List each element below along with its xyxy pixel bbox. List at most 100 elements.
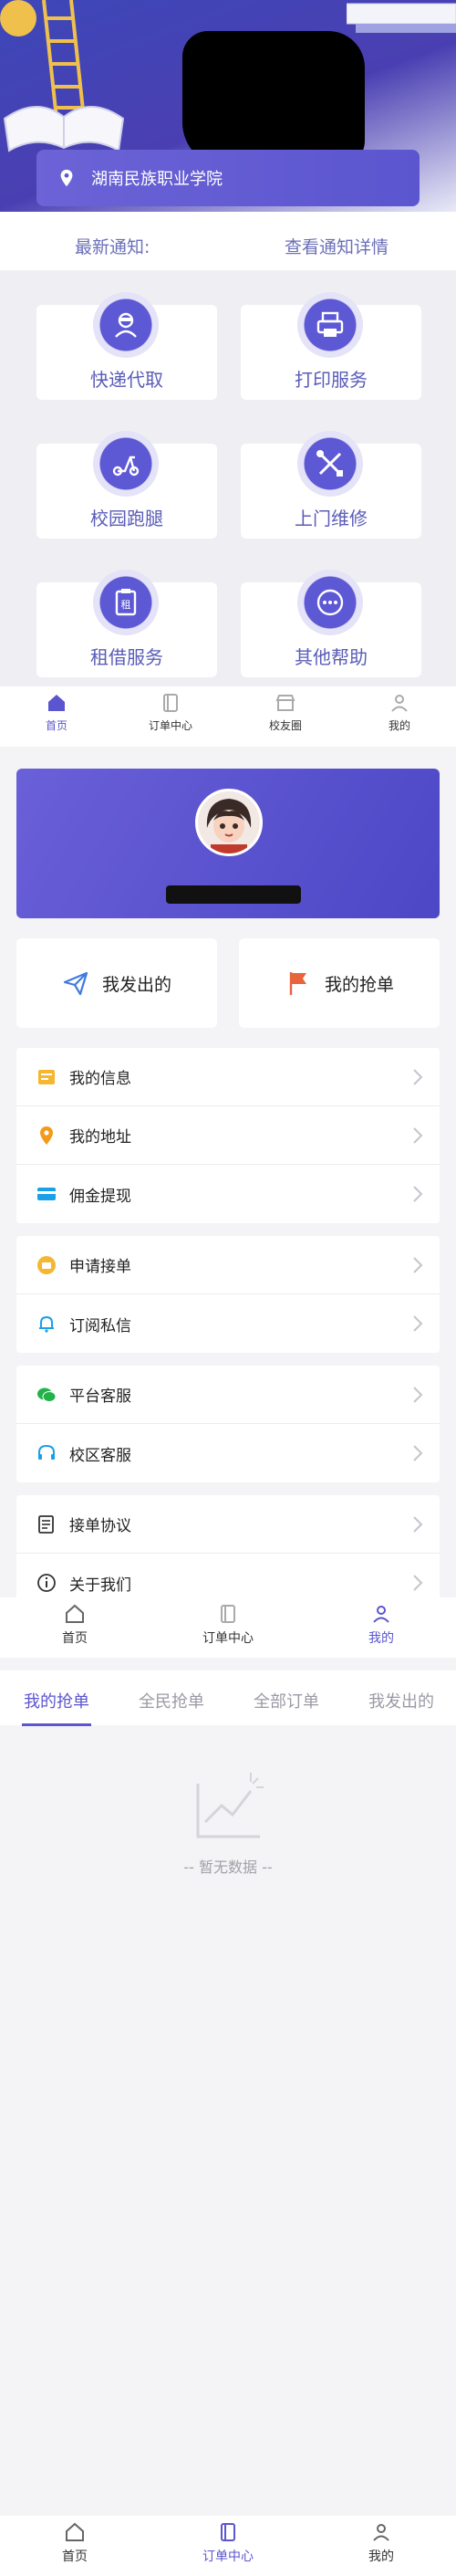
menu-subscribe-message[interactable]: 订阅私信 <box>16 1294 440 1353</box>
tab-my-grabbed[interactable]: 我的抢单 <box>24 1689 89 1712</box>
service-label: 校园跑腿 <box>90 508 163 529</box>
service-rent[interactable]: 租 租借服务 <box>36 570 217 677</box>
home-icon <box>48 695 65 711</box>
service-print[interactable]: 打印服务 <box>241 292 421 400</box>
tab-alumni[interactable]: 校友圈 <box>240 692 331 733</box>
tab-orders[interactable]: 订单中心 <box>182 1603 274 1647</box>
service-express-pickup[interactable]: 快递代取 <box>36 292 217 400</box>
menu-my-address[interactable]: 我的地址 <box>16 1106 440 1165</box>
menu-label: 佣金提现 <box>69 1187 131 1206</box>
service-errand[interactable]: 校园跑腿 <box>36 431 217 539</box>
menu-my-info[interactable]: 我的信息 <box>16 1048 440 1106</box>
menu-label: 我的信息 <box>69 1070 131 1088</box>
empty-chart-icon <box>196 1773 264 1838</box>
tab-label: 我的 <box>368 2550 394 2564</box>
menu-label: 订阅私信 <box>69 1316 131 1335</box>
chevron-right-icon <box>413 1445 423 1461</box>
empty-text: -- 暂无数据 -- <box>183 1859 273 1876</box>
tab-my-sent[interactable]: 我发出的 <box>368 1689 434 1712</box>
profile-card <box>16 769 440 918</box>
tab-orders[interactable]: 订单中心 <box>125 692 216 733</box>
apply-badge-icon <box>37 1255 56 1274</box>
bottom-tab-bar: 首页 订单中心 校友圈 我的 <box>0 686 456 747</box>
tab-home[interactable]: 首页 <box>29 1603 120 1647</box>
location-pin-icon <box>40 1126 53 1145</box>
order-book-icon <box>221 2523 235 2541</box>
book-stack-illustration <box>347 3 456 33</box>
tab-label: 我的 <box>368 1631 394 1646</box>
profile-screen: 我发出的 我的抢单 我的信息 我的地址 佣金提现 申请接单 订阅私信 平台客服 … <box>0 747 456 1612</box>
chevron-right-icon <box>413 1186 423 1202</box>
empty-state: -- 暂无数据 -- <box>0 1765 456 1877</box>
tab-me[interactable]: 我的 <box>354 692 445 733</box>
service-repair[interactable]: 上门维修 <box>241 431 421 539</box>
scooter-icon <box>93 431 159 497</box>
tab-home[interactable]: 首页 <box>29 2521 120 2565</box>
user-icon <box>373 1606 389 1623</box>
tab-me[interactable]: 我的 <box>336 1603 427 1647</box>
menu-label: 申请接单 <box>69 1258 131 1276</box>
menu-group-service: 平台客服 校区客服 <box>16 1366 440 1482</box>
menu-campus-support[interactable]: 校区客服 <box>16 1424 440 1482</box>
tab-all-grab[interactable]: 全民抢单 <box>139 1689 204 1712</box>
location-pin-icon <box>60 169 73 187</box>
menu-label: 我的地址 <box>69 1128 131 1147</box>
notice-detail-link[interactable]: 查看通知详情 <box>285 234 389 258</box>
printer-icon <box>297 292 363 358</box>
tab-label: 订单中心 <box>202 1631 254 1646</box>
service-grid: 快递代取 打印服务 校园跑腿 上门维修 租 租借服务 其他帮助 <box>0 270 456 686</box>
avatar[interactable] <box>195 789 263 856</box>
menu-commission-withdraw[interactable]: 佣金提现 <box>16 1165 440 1223</box>
tab-me[interactable]: 我的 <box>336 2521 427 2565</box>
menu-apply-accept[interactable]: 申请接单 <box>16 1236 440 1294</box>
home-icon <box>66 2522 84 2541</box>
delivery-person-icon <box>93 292 159 358</box>
tab-label: 首页 <box>62 1631 88 1646</box>
my-grabbed-button[interactable]: 我的抢单 <box>239 938 440 1028</box>
redacted-username <box>166 885 301 904</box>
menu-group-account: 我的信息 我的地址 佣金提现 <box>16 1048 440 1223</box>
service-label: 租借服务 <box>90 646 163 668</box>
tab-orders[interactable]: 订单中心 <box>182 2521 274 2565</box>
flag-icon <box>289 972 306 995</box>
active-tab-indicator <box>22 1723 91 1726</box>
chevron-right-icon <box>413 1069 423 1085</box>
tab-all-orders[interactable]: 全部订单 <box>254 1689 319 1712</box>
tab-label: 首页 <box>45 719 67 732</box>
menu-group-about: 接单协议 关于我们 <box>16 1495 440 1612</box>
quick-label: 我发出的 <box>101 974 171 995</box>
tab-home[interactable]: 首页 <box>11 692 102 733</box>
campus-name: 湖南民族职业学院 <box>91 170 223 189</box>
send-plane-icon <box>63 971 88 996</box>
chevron-right-icon <box>413 1127 423 1144</box>
menu-accept-agreement[interactable]: 接单协议 <box>16 1495 440 1554</box>
order-book-icon <box>221 1605 235 1623</box>
notice-bar: 最新通知: 查看通知详情 <box>0 225 456 267</box>
rent-clipboard-icon: 租 <box>93 570 159 635</box>
service-other-help[interactable]: 其他帮助 <box>241 570 421 677</box>
more-dots-icon <box>297 570 363 635</box>
page: 湖南民族职业学院 最新通知: 查看通知详情 快递代取 打印服务 校园跑腿 上门维… <box>0 0 456 2576</box>
bell-icon <box>39 1315 54 1333</box>
bottom-tab-bar: 首页 订单中心 我的 <box>0 2516 456 2576</box>
tools-icon <box>297 431 363 497</box>
bottom-tab-bar: 首页 订单中心 我的 <box>0 1597 456 1658</box>
service-label: 快递代取 <box>90 369 163 391</box>
open-book-illustration <box>3 106 125 152</box>
user-icon <box>373 2524 389 2541</box>
my-sent-button[interactable]: 我发出的 <box>16 938 217 1028</box>
info-card-icon <box>38 1069 55 1084</box>
order-tab-strip: 我的抢单 全民抢单 全部订单 我发出的 <box>0 1670 456 1726</box>
chevron-right-icon <box>413 1257 423 1273</box>
campus-location-bar[interactable]: 湖南民族职业学院 <box>36 150 420 206</box>
menu-label: 校区客服 <box>69 1446 131 1465</box>
order-book-icon <box>163 694 178 712</box>
wechat-icon <box>37 1387 57 1402</box>
service-label: 打印服务 <box>295 369 368 391</box>
tab-label: 订单中心 <box>202 2550 254 2564</box>
menu-platform-support[interactable]: 平台客服 <box>16 1366 440 1424</box>
cartoon-avatar-image <box>198 791 260 853</box>
service-label: 其他帮助 <box>295 646 368 668</box>
menu-group-orders: 申请接单 订阅私信 <box>16 1236 440 1353</box>
chevron-right-icon <box>413 1315 423 1332</box>
